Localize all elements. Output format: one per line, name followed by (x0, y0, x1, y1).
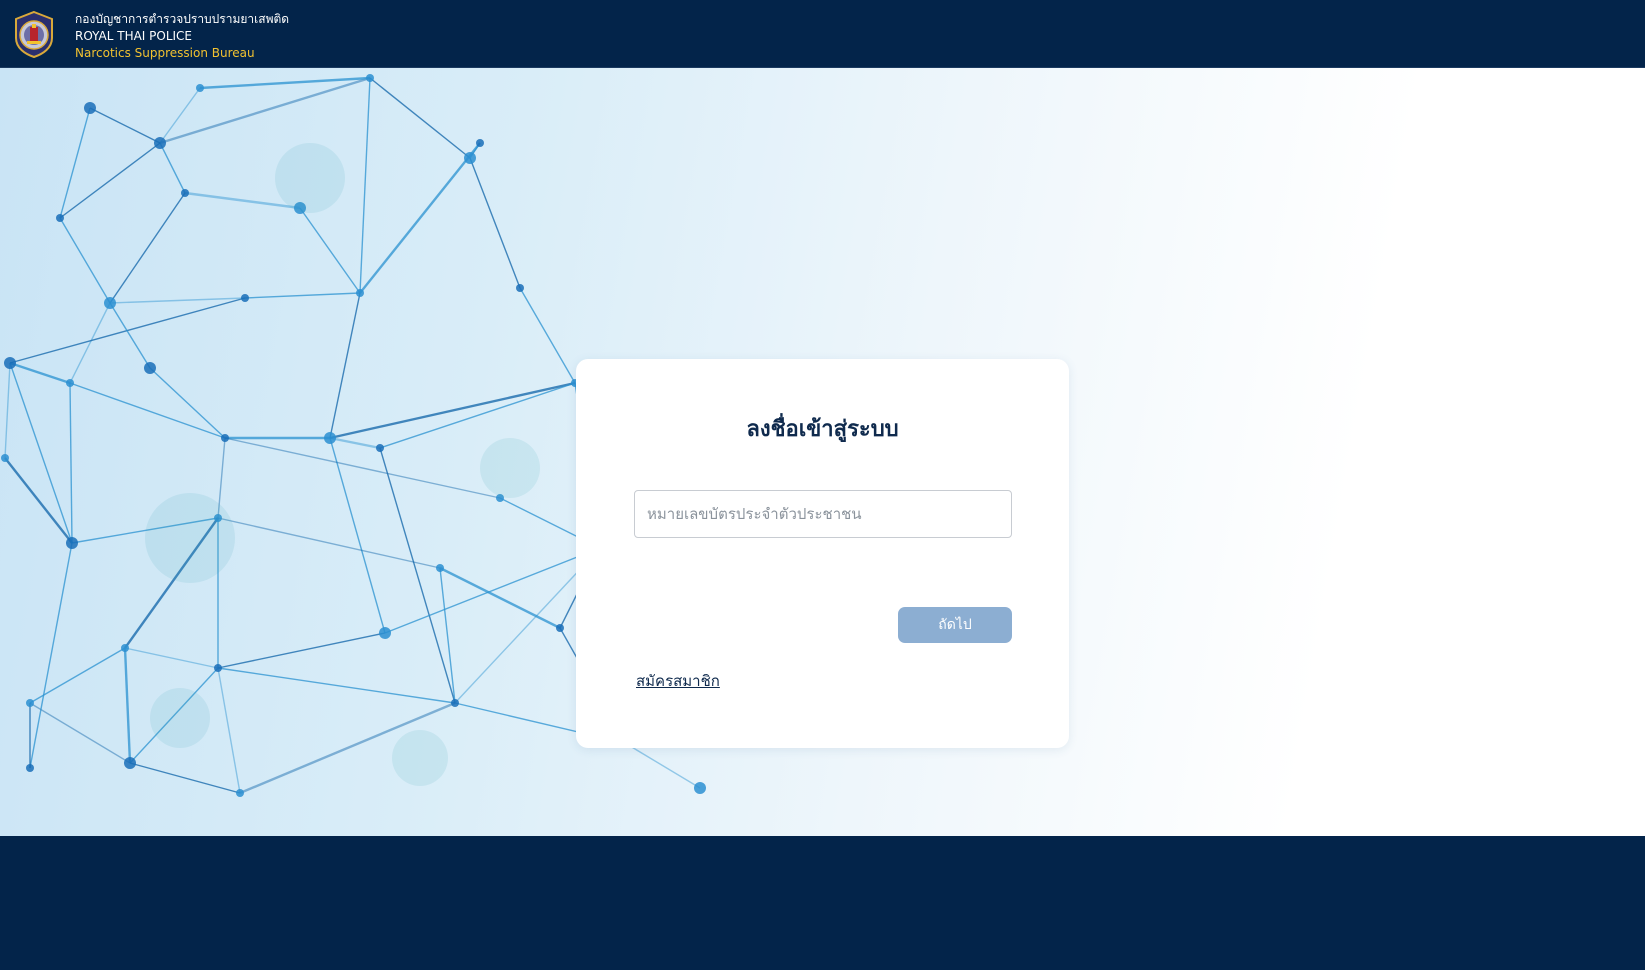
network-line (217, 667, 456, 704)
network-node (366, 74, 374, 82)
network-line (69, 382, 226, 439)
network-line (359, 77, 371, 294)
network-line (69, 382, 73, 544)
network-line (109, 297, 246, 304)
network-line (109, 192, 186, 304)
network-line (9, 361, 71, 385)
top-header-bar: กองบัญชาการตำรวจปราบปรามยาเสพติด ROYAL T… (0, 0, 1645, 68)
network-node (104, 297, 116, 309)
network-node (464, 152, 476, 164)
network-line (4, 362, 11, 459)
network-line (299, 207, 361, 294)
network-line (159, 142, 186, 194)
network-node (26, 699, 34, 707)
network-line (4, 457, 73, 544)
network-line (29, 542, 73, 769)
network-line (59, 142, 161, 219)
network-node (56, 214, 64, 222)
network-node (476, 139, 484, 147)
footer-bar (0, 836, 1645, 970)
network-node (26, 764, 34, 772)
network-line (159, 76, 371, 145)
national-id-input[interactable] (634, 490, 1012, 538)
network-node (379, 627, 391, 639)
network-node (66, 537, 78, 549)
network-node (84, 102, 96, 114)
network-node (694, 782, 706, 794)
network-node (236, 789, 244, 797)
network-line (384, 547, 601, 634)
network-line (129, 762, 241, 794)
network-node (221, 434, 229, 442)
network-line (89, 107, 161, 144)
network-line (9, 362, 73, 544)
network-line (29, 702, 131, 764)
org-english-name: ROYAL THAI POLICE (75, 29, 193, 43)
police-emblem-icon (12, 10, 56, 59)
network-glow (392, 730, 448, 786)
network-line (519, 287, 576, 384)
network-line (359, 142, 481, 294)
network-line (149, 367, 226, 439)
network-line (624, 742, 701, 789)
network-line (329, 292, 361, 439)
network-line (224, 437, 501, 499)
network-line (369, 77, 471, 159)
network-node (241, 294, 249, 302)
network-line (217, 517, 441, 569)
login-card: ลงชื่อเข้าสู่ระบบ ถัดไป สมัครสมาชิก (576, 359, 1069, 748)
network-line (244, 292, 361, 299)
login-title: ลงชื่อเข้าสู่ระบบ (746, 417, 899, 442)
next-button[interactable]: ถัดไป (898, 607, 1012, 643)
network-line (59, 217, 111, 304)
network-line (217, 667, 241, 794)
network-node (516, 284, 524, 292)
network-node (181, 189, 189, 197)
network-node (451, 699, 459, 707)
network-line (439, 566, 561, 630)
network-glow (480, 438, 540, 498)
network-line (69, 302, 111, 384)
org-thai-name: กองบัญชาการตำรวจปราบปรามยาเสพติด (75, 12, 290, 26)
network-node (324, 432, 336, 444)
network-line (124, 647, 219, 669)
network-node (376, 444, 384, 452)
network-node (121, 644, 129, 652)
network-node (4, 357, 16, 369)
network-glow (150, 688, 210, 748)
network-line (469, 157, 521, 289)
network-line (217, 632, 386, 669)
network-line (159, 87, 201, 144)
hero-background: ลงชื่อเข้าสู่ระบบ ถัดไป สมัครสมาชิก (0, 68, 1645, 836)
register-link[interactable]: สมัครสมาชิก (636, 669, 720, 693)
network-line (59, 107, 91, 219)
network-glow (145, 493, 235, 583)
network-node (436, 564, 444, 572)
network-line (329, 381, 576, 440)
network-node (196, 84, 204, 92)
network-node (214, 664, 222, 672)
network-line (439, 567, 456, 704)
network-node (124, 757, 136, 769)
network-node (556, 624, 564, 632)
network-node (356, 289, 364, 297)
network-node (1, 454, 9, 462)
network-line (123, 647, 132, 764)
brand-text: กองบัญชาการตำรวจปราบปรามยาเสพติด ROYAL T… (75, 11, 289, 62)
network-line (329, 436, 381, 450)
network-glow (275, 143, 345, 213)
network-node (154, 137, 166, 149)
network-node (144, 362, 156, 374)
network-node (66, 379, 74, 387)
network-line (109, 302, 151, 369)
bureau-name: Narcotics Suppression Bureau (75, 46, 255, 60)
network-line (379, 382, 576, 449)
